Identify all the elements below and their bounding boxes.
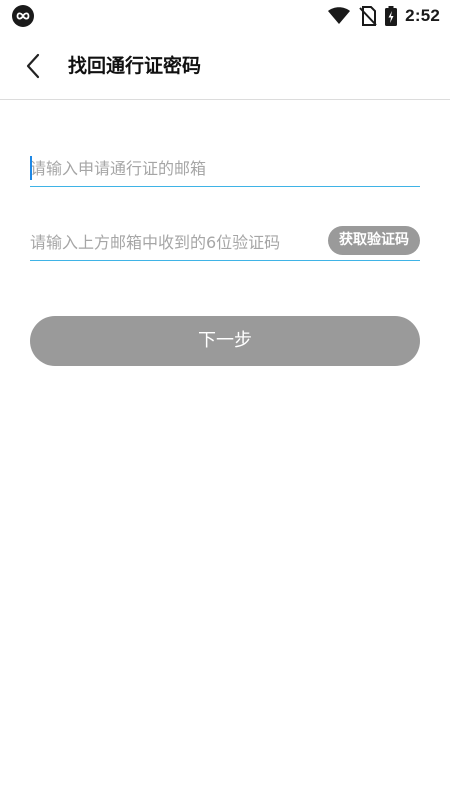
code-field-container: 获取验证码 xyxy=(30,220,420,261)
status-bar: 2:52 xyxy=(0,0,450,32)
back-button[interactable] xyxy=(18,51,48,81)
page-title: 找回通行证密码 xyxy=(68,55,202,77)
status-time: 2:52 xyxy=(405,6,440,25)
chevron-left-icon xyxy=(26,53,40,79)
header-bar: 找回通行证密码 xyxy=(0,32,450,100)
email-field-container xyxy=(30,146,420,187)
wifi-icon xyxy=(328,7,351,24)
get-code-button[interactable]: 获取验证码 xyxy=(328,226,420,255)
battery-charging-icon xyxy=(385,6,398,26)
email-input[interactable] xyxy=(30,154,420,182)
next-step-button[interactable]: 下一步 xyxy=(30,316,420,366)
status-icons: 2:52 xyxy=(327,4,440,28)
verification-code-input[interactable] xyxy=(30,228,320,256)
no-sim-icon xyxy=(359,6,377,26)
app-indicator-icon xyxy=(12,5,34,27)
text-caret xyxy=(30,156,32,180)
